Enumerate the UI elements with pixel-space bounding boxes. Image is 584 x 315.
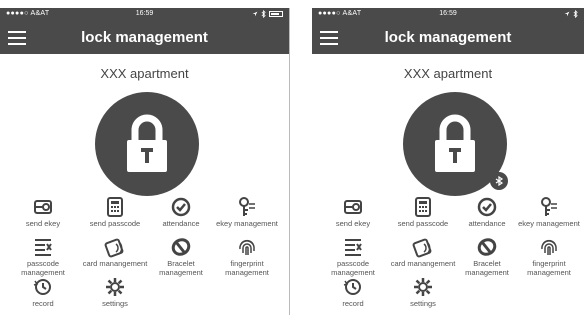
grid-item-label: attendance [162,219,200,228]
grid-item-label: card manangement [82,259,148,268]
status-bar: ●●●●○ A&AT 16:59 [0,8,289,22]
main-content: XXX apartment send ekey send passcode at… [0,54,289,315]
grid-item-record[interactable]: record [318,276,388,308]
grid-item-ekey-management[interactable]: ekey management [514,196,584,228]
grid-item-label: ekey management [216,219,278,228]
location-arrow-icon [252,11,258,17]
keypad-icon [415,197,431,217]
grid-item-label: record [32,299,54,308]
lock-button[interactable] [95,92,199,196]
grid-item-settings[interactable]: settings [80,276,150,308]
apartment-name: XXX apartment [100,66,189,81]
page-title: lock management [81,29,208,46]
grid-item-attendance[interactable]: attendance [146,196,216,228]
card-icon [104,238,124,258]
grid-item-bracelet-management[interactable]: Bracelet management [452,236,522,277]
send-ekey-icon [34,200,52,214]
nav-bar: lock management [312,22,584,54]
grid-item-label: send ekey [335,219,371,228]
grid-item-label: record [342,299,364,308]
bluetooth-icon [573,10,578,18]
fingerprint-icon [239,239,255,255]
grid-item-label: Bracelet management [465,259,509,277]
grid-item-label: settings [410,299,436,308]
passcode-list-icon [35,239,52,256]
location-arrow-icon [564,11,570,17]
grid-item-record[interactable]: record [8,276,78,308]
grid-item-label: fingerprint management [225,259,269,277]
clock-label: 16:59 [439,10,457,17]
gear-icon [414,278,432,296]
card-icon [412,238,432,258]
send-ekey-icon [344,200,362,214]
grid-item-label: send passcode [89,219,141,228]
page-title: lock management [384,29,512,46]
grid-item-card-management[interactable]: card manangement [388,236,458,268]
battery-icon [269,11,283,17]
grid-item-settings[interactable]: settings [388,276,458,308]
grid-item-attendance[interactable]: attendance [452,196,522,228]
grid-item-ekey-management[interactable]: ekey management [212,196,282,228]
grid-item-label: card manangement [390,259,456,268]
grid-item-passcode-management[interactable]: passcode management [318,236,388,277]
grid-item-bracelet-management[interactable]: Bracelet management [146,236,216,277]
nav-bar: lock management [0,22,289,54]
connecting-badge-icon [490,172,508,190]
grid-item-label: ekey management [518,219,580,228]
grid-item-send-passcode[interactable]: send passcode [80,196,150,228]
phone-screen-left: ●●●●○ A&AT 16:59 lock management XXX apa… [0,8,290,315]
grid-item-label: passcode management [21,259,65,277]
apartment-name: XXX apartment [403,66,493,81]
bracelet-icon [477,238,497,256]
grid-item-send-ekey[interactable]: send ekey [318,196,388,228]
clock-label: 16:59 [135,10,154,17]
clock-icon [33,279,51,295]
keypad-icon [107,197,123,217]
grid-item-label: attendance [468,219,506,228]
main-content: XXX apartment send ekey send passcode at… [312,54,584,315]
bluetooth-icon [261,10,266,18]
top-cropped-strip [0,0,584,8]
status-bar: ●●●●○ A&AT 16:59 [312,8,584,22]
grid-item-label: send passcode [397,219,449,228]
grid-item-fingerprint-management[interactable]: fingerprint management [514,236,584,277]
status-icons [252,10,283,18]
clock-icon [343,279,361,295]
checkmark-icon [477,197,497,217]
grid-item-send-passcode[interactable]: send passcode [388,196,458,228]
padlock-icon [127,114,167,172]
fingerprint-icon [541,239,557,255]
passcode-list-icon [345,239,362,256]
grid-item-label: passcode management [331,259,375,277]
grid-item-label: fingerprint management [527,259,571,277]
grid-item-label: send ekey [25,219,61,228]
gear-icon [106,278,124,296]
status-icons [564,10,578,18]
grid-item-passcode-management[interactable]: passcode management [8,236,78,277]
padlock-icon [435,114,475,172]
grid-item-card-management[interactable]: card manangement [80,236,150,268]
checkmark-icon [171,197,191,217]
grid-item-send-ekey[interactable]: send ekey [8,196,78,228]
grid-item-label: settings [102,299,128,308]
grid-item-fingerprint-management[interactable]: fingerprint management [212,236,282,277]
grid-item-label: Bracelet management [159,259,203,277]
bracelet-icon [171,238,191,256]
ekey-management-icon [541,197,557,216]
ekey-management-icon [239,197,255,216]
phone-screen-right: ●●●●○ A&AT 16:59 lock management XXX apa… [312,8,584,315]
